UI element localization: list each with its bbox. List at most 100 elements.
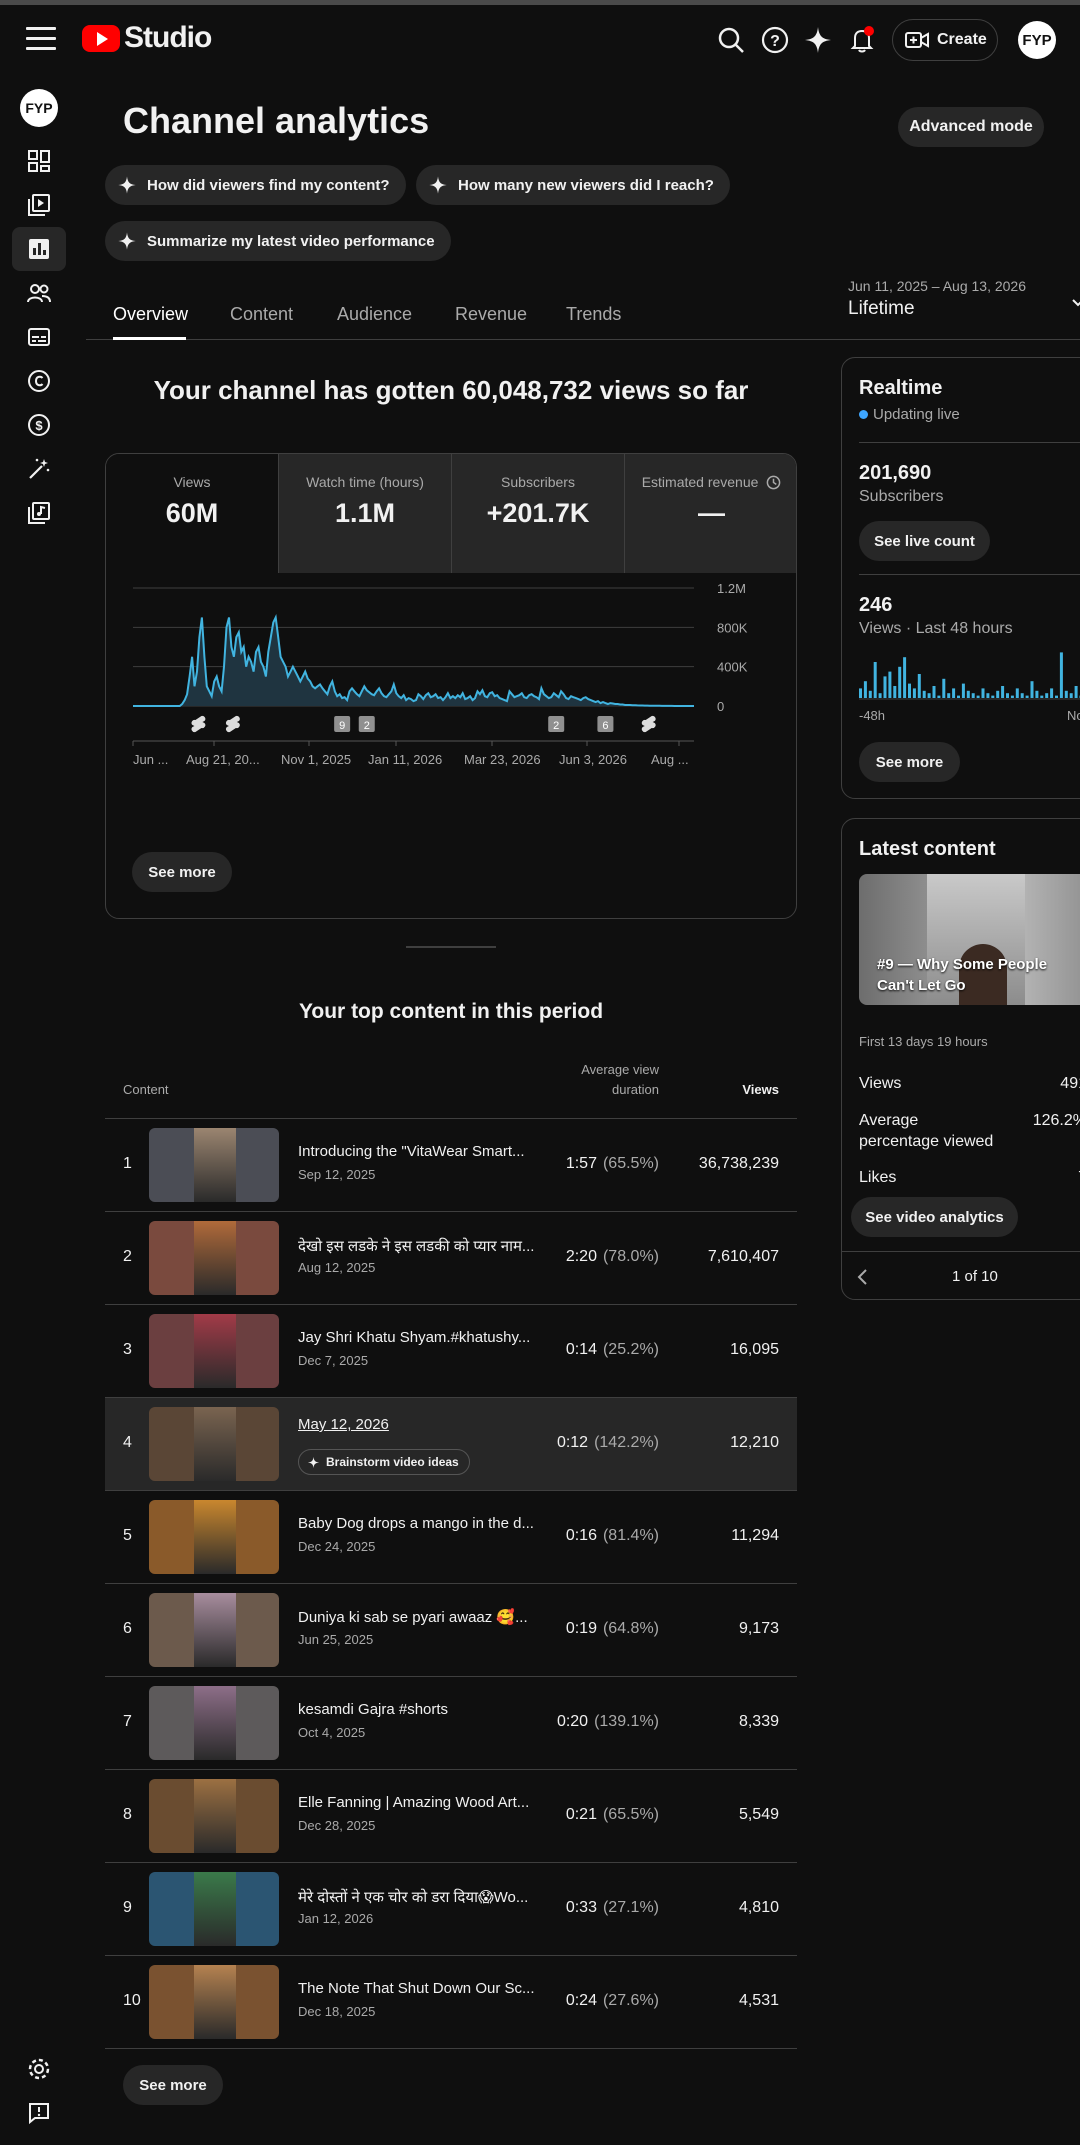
table-row[interactable]: 3 Jay Shri Khatu Shyam.#khatushy... Dec 7,… [105,1304,797,1397]
account-avatar[interactable]: FYP [1018,21,1056,59]
metric-tab-revenue[interactable]: Estimated revenue — [625,454,796,573]
sidebar-item-feedback[interactable] [12,2091,66,2135]
brainstorm-chip[interactable]: Brainstorm video ideas [298,1449,470,1475]
latest-video-thumbnail[interactable]: #9 — Why Some People Can't Let Go [859,874,1080,1005]
top-content-see-more-button[interactable]: See more [123,2065,223,2105]
upload-count-marker: 2 [358,716,375,732]
table-row[interactable]: 9 मेरे दोस्तों ने एक चोर को डरा दिया😱Wo..… [105,1862,797,1955]
period-label: Lifetime [848,298,915,319]
video-title[interactable]: May 12, 2026 [298,1416,553,1433]
sidebar-item-community[interactable] [12,271,66,315]
sidebar-item-dashboard[interactable] [12,139,66,183]
table-row[interactable]: 5 Baby Dog drops a mango in the d... Dec 2… [105,1490,797,1583]
realtime-views-chart[interactable] [859,650,1080,710]
table-row[interactable]: 4 May 12, 2026 Brainstorm video ideas 0:12(… [105,1397,797,1490]
overview-see-more-button[interactable]: See more [132,852,232,892]
video-title[interactable]: kesamdi Gajra #shorts [298,1701,553,1718]
video-title[interactable]: Elle Fanning | Amazing Wood Art... [298,1794,553,1811]
column-header-avg-duration: Average view duration [581,1062,659,1097]
video-thumbnail[interactable] [149,1779,279,1853]
row-rank: 6 [123,1620,132,1637]
column-header-views[interactable]: Views [742,1082,779,1097]
studio-logo[interactable]: Studio [82,21,212,55]
tab-overview[interactable]: Overview [113,304,188,325]
tab-revenue[interactable]: Revenue [455,304,527,325]
chevron-down-icon[interactable] [1072,296,1080,310]
dashboard-icon [28,150,50,172]
video-title[interactable]: Introducing the "VitaWear Smart... [298,1143,553,1160]
brainstorm-label: Brainstorm video ideas [326,1455,459,1469]
video-title[interactable]: देखो इस लडके ने इस लडकी को प्यार नाम... [298,1236,553,1256]
create-button[interactable]: Create [892,19,998,61]
help-icon[interactable]: ? [760,25,790,55]
table-row[interactable]: 1 Introducing the "VitaWear Smart... Sep 1… [105,1118,797,1211]
metric-tab-subscribers[interactable]: Subscribers +201.7K [452,454,625,573]
sidebar-item-analytics[interactable] [12,227,66,271]
video-thumbnail[interactable] [149,1128,279,1202]
table-row[interactable]: 8 Elle Fanning | Amazing Wood Art... Dec 2… [105,1769,797,1862]
realtime-bar [1020,693,1024,698]
marker-count: 6 [602,720,608,732]
sidebar-item-earn[interactable]: $ [12,403,66,447]
video-thumbnail[interactable] [149,1686,279,1760]
avg-view-duration: 0:21 (65.5%) [565,1806,659,1823]
video-thumbnail[interactable] [149,1500,279,1574]
date-period-selector[interactable]: Jun 11, 2025 – Aug 13, 2026 Lifetime [848,278,1026,320]
video-thumbnail[interactable] [149,1407,279,1481]
video-thumbnail[interactable] [149,1314,279,1388]
table-row[interactable]: 10 The Note That Shut Down Our Sc... Dec 1… [105,1955,797,2048]
sidebar-item-content[interactable] [12,183,66,227]
video-title[interactable]: Jay Shri Khatu Shyam.#khatushy... [298,1329,553,1346]
tab-audience[interactable]: Audience [337,304,412,325]
latest-views-value: 491 [1060,1075,1080,1092]
sparkle-icon [307,1456,320,1468]
advanced-mode-button[interactable]: Advanced mode [898,107,1044,147]
sidebar-item-subtitles[interactable] [12,315,66,359]
ai-chip-find-content[interactable]: How did viewers find my content? [105,165,406,205]
video-thumbnail[interactable] [149,1593,279,1667]
avg-view-duration: 0:24 (27.6%) [565,1992,659,2009]
table-row[interactable]: 6 Duniya ki sab se pyari awaaz 🥰... Jun 25… [105,1583,797,1676]
sparkle-icon[interactable] [803,25,833,55]
top-content-title: Your top content in this period [298,1000,604,1023]
x-tick-label: Jan 11, 2026 [368,752,442,767]
menu-icon[interactable] [26,27,56,51]
chip-label: How did viewers find my content? [147,176,390,194]
realtime-see-more-button[interactable]: See more [859,742,960,782]
video-title[interactable]: Baby Dog drops a mango in the d... [298,1515,553,1532]
analytics-icon [29,239,49,259]
video-thumbnail[interactable] [149,1872,279,1946]
realtime-bar [868,690,872,698]
thumbnail-image [194,1128,236,1202]
avg-view-duration: 0:14 (25.2%) [565,1341,659,1358]
views-headline: Your channel has gotten 60,048,732 views… [153,375,749,405]
video-thumbnail[interactable] [149,1965,279,2039]
table-row[interactable]: 2 देखो इस लडके ने इस लडकी को प्यार नाम...… [105,1211,797,1304]
left-sidebar: FYP $ [0,71,80,2145]
ai-chip-new-viewers[interactable]: How many new viewers did I reach? [416,165,730,205]
sidebar-item-audio-library[interactable] [12,491,66,535]
video-title[interactable]: Duniya ki sab se pyari awaaz 🥰... [298,1608,553,1626]
sidebar-item-copyright[interactable] [12,359,66,403]
chevron-left-icon[interactable] [856,1268,868,1286]
notifications-bell-icon[interactable] [847,25,877,55]
sidebar-item-customization[interactable] [12,447,66,491]
tab-trends[interactable]: Trends [566,304,621,325]
table-row[interactable]: 7 kesamdi Gajra #shorts Oct 4, 2025 0:20 (13… [105,1676,797,1769]
views-chart[interactable]: 1.2M 800K 400K 0 9 2 2 6 Jun ... Aug 21, 20... Nov… [106,573,797,823]
ai-chip-summarize[interactable]: Summarize my latest video performance [105,221,451,261]
search-icon[interactable] [716,25,746,55]
metric-tab-views[interactable]: Views 60M [106,454,279,573]
see-live-count-button[interactable]: See live count [859,521,990,561]
sidebar-item-settings[interactable] [12,2047,66,2091]
tab-content[interactable]: Content [230,304,293,325]
channel-avatar[interactable]: FYP [20,89,58,127]
see-video-analytics-button[interactable]: See video analytics [851,1197,1018,1237]
top-header: Studio ? Create FYP [0,5,1080,71]
video-title[interactable]: The Note That Shut Down Our Sc... [298,1980,553,1997]
y-tick-label: 400K [717,660,748,675]
video-title[interactable]: मेरे दोस्तों ने एक चोर को डरा दिया😱Wo... [298,1887,553,1907]
video-thumbnail[interactable] [149,1221,279,1295]
metric-tab-watch-time[interactable]: Watch time (hours) 1.1M [279,454,452,573]
realtime-bar [903,657,907,698]
